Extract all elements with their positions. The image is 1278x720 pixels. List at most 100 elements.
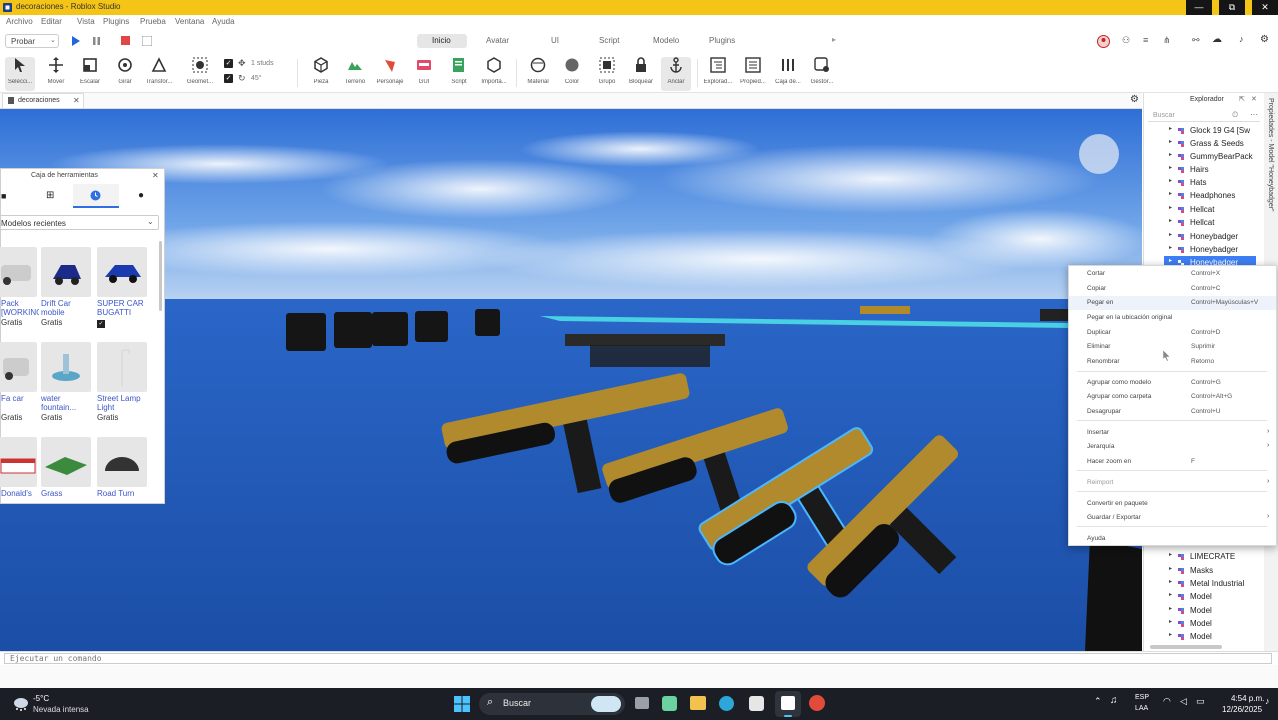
- close-button[interactable]: ✕: [1252, 0, 1278, 15]
- test-mode-dropdown[interactable]: Probar ⌄: [5, 34, 59, 48]
- avatar[interactable]: [1097, 35, 1110, 48]
- language-bottom[interactable]: LAA: [1135, 705, 1148, 712]
- clock-date[interactable]: 12/26/2025: [1222, 705, 1262, 714]
- menu-item-renombrar[interactable]: Renombrar Retorno: [1069, 355, 1276, 369]
- menu-item-agrupar-carpeta[interactable]: Agrupar como carpeta Control+Alt+G: [1069, 390, 1276, 404]
- maximize-button[interactable]: ⧉: [1219, 0, 1245, 15]
- expand-arrow-icon[interactable]: ▸: [1169, 164, 1172, 171]
- explorer-item[interactable]: ▸ Grass & Seeds: [1144, 137, 1264, 150]
- explorer-horizontal-scrollbar[interactable]: [1150, 645, 1222, 649]
- store-icon[interactable]: [749, 696, 764, 711]
- toolbox-item[interactable]: Fa car Gratis: [0, 342, 39, 422]
- category-dropdown[interactable]: Modelos recientes ⌄: [1, 215, 159, 230]
- expand-arrow-icon[interactable]: ▸: [1169, 125, 1172, 132]
- explorer-item[interactable]: ▸ Model: [1144, 590, 1264, 603]
- toolbox-toggle[interactable]: Caja de...: [773, 57, 803, 91]
- expand-arrow-icon[interactable]: ▸: [1169, 217, 1172, 224]
- marketplace-tab-icon[interactable]: ⊞: [46, 190, 54, 201]
- filter-icon[interactable]: ⏲: [1232, 110, 1238, 120]
- geometry-tool[interactable]: Geomet...: [185, 57, 215, 91]
- properties-toggle[interactable]: Propied...: [738, 57, 768, 91]
- explorer-item[interactable]: ▸ Model: [1144, 617, 1264, 630]
- explorer-item[interactable]: ▸ Hellcat: [1144, 216, 1264, 229]
- wifi-icon[interactable]: ◠: [1163, 696, 1171, 707]
- menu-ayuda[interactable]: Ayuda: [212, 17, 235, 26]
- expand-arrow-icon[interactable]: ▸: [1169, 190, 1172, 197]
- menu-plugins[interactable]: Plugins: [103, 17, 129, 26]
- expand-arrow-icon[interactable]: ▸: [1169, 257, 1172, 264]
- properties-tab-label[interactable]: Propiedades - Model "Honeybadger": [1267, 98, 1274, 212]
- toolbox-item[interactable]: Pack [WORKING] Gratis: [0, 247, 39, 327]
- sliders-icon[interactable]: ≡: [1143, 35, 1148, 45]
- taskbar-search[interactable]: ⌕ Buscar: [479, 693, 625, 715]
- recent-tab[interactable]: [73, 184, 119, 208]
- toolbox-item[interactable]: Street Lamp Light Gratis: [97, 342, 149, 422]
- minimize-button[interactable]: —: [1186, 0, 1212, 15]
- share-icon[interactable]: ⋔: [1163, 35, 1171, 46]
- toolbox-item[interactable]: Grass: [41, 437, 93, 498]
- import-tool[interactable]: Importa...: [479, 57, 509, 91]
- menu-editar[interactable]: Editar: [41, 17, 62, 26]
- expand-arrow-icon[interactable]: ▸: [1169, 565, 1172, 572]
- expand-arrow-icon[interactable]: ▸: [1169, 578, 1172, 585]
- task-view-icon[interactable]: [635, 697, 649, 709]
- menu-prueba[interactable]: Prueba: [140, 17, 166, 26]
- toolbox-close-icon[interactable]: ✕: [152, 171, 159, 180]
- menu-archivo[interactable]: Archivo: [6, 17, 33, 26]
- terrain-tool[interactable]: Terreno: [340, 57, 370, 91]
- volume-icon[interactable]: ◁: [1180, 696, 1187, 707]
- more-options-icon[interactable]: ⋯: [1250, 110, 1258, 119]
- select-tool[interactable]: Selecci...: [5, 57, 35, 91]
- cloud-icon[interactable]: ☁: [1212, 34, 1222, 45]
- toolbox-item[interactable]: SUPER CAR BUGATTI ✓: [97, 247, 149, 328]
- popout-icon[interactable]: ⇱: [1239, 95, 1245, 103]
- expand-arrow-icon[interactable]: ▸: [1169, 605, 1172, 612]
- tab-inicio[interactable]: Inicio: [417, 34, 467, 48]
- menu-item-pegar-original[interactable]: Pegar en la ubicación original: [1069, 311, 1276, 325]
- explorer-item[interactable]: ▸ Hats: [1144, 176, 1264, 189]
- menu-item-cortar[interactable]: Cortar Control+X: [1069, 267, 1276, 281]
- menu-item-eliminar[interactable]: Eliminar Suprimir: [1069, 340, 1276, 354]
- menu-item-guardar-exportar[interactable]: Guardar / Exportar ›: [1069, 511, 1276, 525]
- anchor-tool[interactable]: Anclar: [661, 57, 691, 91]
- expand-arrow-icon[interactable]: ▸: [1169, 244, 1172, 251]
- notification-bell-icon[interactable]: ♪: [1265, 696, 1270, 706]
- explorer-search[interactable]: Buscar ⏲ ⋯: [1148, 110, 1260, 122]
- expand-arrow-icon[interactable]: ▸: [1169, 631, 1172, 638]
- menu-item-copiar[interactable]: Copiar Control+C: [1069, 282, 1276, 296]
- language-top[interactable]: ESP: [1135, 694, 1149, 701]
- stop-icon[interactable]: [121, 36, 130, 45]
- roblox-player-icon[interactable]: [809, 695, 825, 711]
- menu-item-agrupar-modelo[interactable]: Agrupar como modelo Control+G: [1069, 376, 1276, 390]
- transform-tool[interactable]: Transfor...: [144, 57, 174, 91]
- inventory-tab-icon[interactable]: ■: [1, 191, 6, 201]
- expand-arrow-icon[interactable]: ▸: [1169, 231, 1172, 238]
- battery-icon[interactable]: ▭: [1196, 696, 1205, 707]
- snap-move-control[interactable]: ✓ ✥ 1 studs: [224, 58, 290, 71]
- toolbox-scrollbar[interactable]: [159, 241, 162, 311]
- pause-icon[interactable]: [92, 36, 101, 46]
- tab-plugins[interactable]: Plugins: [709, 36, 735, 45]
- close-tab-icon[interactable]: ✕: [73, 96, 80, 105]
- expand-arrow-icon[interactable]: ▸: [1169, 551, 1172, 558]
- character-tool[interactable]: Personaje: [375, 57, 405, 91]
- group-tool[interactable]: Grupo: [592, 57, 622, 91]
- viewport-3d[interactable]: Caja de herramientas ✕ ■ ⊞ ● Modelos rec…: [0, 109, 1142, 651]
- expand-arrow-icon[interactable]: ▸: [1169, 618, 1172, 625]
- menu-item-duplicar[interactable]: Duplicar Control+D: [1069, 326, 1276, 340]
- explorer-item[interactable]: ▸ GummyBearPack: [1144, 150, 1264, 163]
- person-add-icon[interactable]: ⚇: [1122, 35, 1130, 46]
- explorer-search-input[interactable]: Buscar: [1153, 112, 1175, 119]
- more-tabs-icon[interactable]: ▸: [832, 35, 836, 44]
- part-tool[interactable]: Pieza: [306, 57, 336, 91]
- menu-item-insertar[interactable]: Insertar ›: [1069, 426, 1276, 440]
- explorer-item[interactable]: ▸ Headphones: [1144, 189, 1264, 202]
- widgets-app-icon[interactable]: [662, 696, 677, 711]
- explorer-item[interactable]: ▸ Honeybadger: [1144, 230, 1264, 243]
- command-input[interactable]: Ejecutar un comando: [4, 653, 1272, 664]
- expand-arrow-icon[interactable]: ▸: [1169, 591, 1172, 598]
- play-icon[interactable]: [71, 36, 80, 46]
- expand-arrow-icon[interactable]: ▸: [1169, 204, 1172, 211]
- explorer-item[interactable]: ▸ LIMECRATE: [1144, 550, 1264, 563]
- menu-item-zoom[interactable]: Hacer zoom en F: [1069, 455, 1276, 469]
